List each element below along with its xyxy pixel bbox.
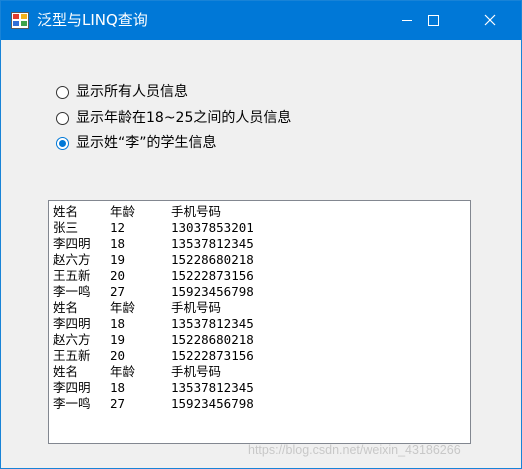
maximize-button[interactable] [410, 1, 456, 40]
cell-age: 20 [110, 268, 126, 283]
cell-phone: 13537812345 [171, 316, 254, 331]
cell-name: 李四明 [53, 316, 91, 331]
option-label: 显示年龄在18~25之间的人员信息 [76, 110, 292, 126]
cell-age: 18 [110, 236, 126, 251]
maximize-icon [427, 11, 439, 30]
cell-name: 赵六方 [53, 252, 91, 267]
watermark-text: https://blog.csdn.net/weixin_43186266 [248, 443, 461, 457]
cell-name: 姓名 [53, 204, 79, 219]
cell-age: 19 [110, 252, 126, 267]
radio-button-surname[interactable] [56, 136, 69, 150]
cell-phone: 手机号码 [171, 204, 222, 219]
option-label: 显示所有人员信息 [76, 84, 188, 100]
radio-button-age[interactable] [56, 111, 69, 125]
cell-age: 27 [110, 284, 126, 299]
option-surname-li[interactable]: 显示姓“李”的学生信息 [56, 133, 217, 153]
cell-phone: 手机号码 [171, 364, 222, 379]
cell-age: 18 [110, 316, 126, 331]
cell-age: 年龄 [110, 300, 136, 315]
cell-age: 年龄 [110, 364, 136, 379]
cell-name: 王五新 [53, 268, 91, 283]
result-listbox[interactable]: 姓名 年龄 手机号码 张三 12 13037853201 李四明 18 1353… [48, 200, 471, 444]
cell-phone: 15228680218 [171, 332, 254, 347]
close-button[interactable] [467, 1, 513, 40]
radio-button-all[interactable] [56, 85, 69, 99]
cell-phone: 13537812345 [171, 236, 254, 251]
cell-age: 27 [110, 396, 126, 411]
main-window: 泛型与LINQ查询 显示所有人员信息 显示年龄在18~25之间的人员信息 显示姓… [0, 0, 522, 469]
cell-phone: 15228680218 [171, 252, 254, 267]
cell-phone: 13537812345 [171, 380, 254, 395]
close-icon [484, 11, 496, 30]
cell-name: 李四明 [53, 236, 91, 251]
option-label: 显示姓“李”的学生信息 [76, 135, 217, 151]
cell-phone: 15222873156 [171, 348, 254, 363]
cell-name: 赵六方 [53, 332, 91, 347]
app-icon [11, 12, 29, 29]
cell-age: 12 [110, 220, 126, 235]
cell-age: 年龄 [110, 204, 136, 219]
cell-age: 19 [110, 332, 126, 347]
option-all-people[interactable]: 显示所有人员信息 [56, 82, 188, 102]
cell-phone: 13037853201 [171, 220, 254, 235]
cell-name: 张三 [53, 220, 79, 235]
cell-name: 李一鸣 [53, 284, 91, 299]
cell-phone: 15222873156 [171, 268, 254, 283]
cell-name: 王五新 [53, 348, 91, 363]
cell-name: 姓名 [53, 300, 79, 315]
cell-phone: 15923456798 [171, 396, 254, 411]
cell-phone: 手机号码 [171, 300, 222, 315]
cell-age: 20 [110, 348, 126, 363]
cell-name: 李四明 [53, 380, 91, 395]
cell-age: 18 [110, 380, 126, 395]
option-age-range[interactable]: 显示年龄在18~25之间的人员信息 [56, 108, 291, 128]
cell-name: 姓名 [53, 364, 79, 379]
cell-name: 李一鸣 [53, 396, 91, 411]
cell-phone: 15923456798 [171, 284, 254, 299]
window-title: 泛型与LINQ查询 [37, 11, 148, 29]
title-bar[interactable]: 泛型与LINQ查询 [1, 1, 521, 40]
